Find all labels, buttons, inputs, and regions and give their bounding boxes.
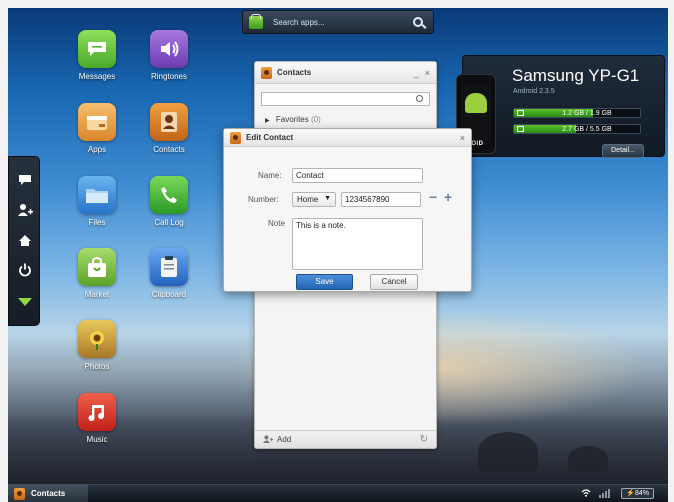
device-panel: ANDROID Samsung YP-G1 Android 2.3.5 1.2 … (452, 55, 665, 158)
status-area: ⚡84% (581, 488, 654, 499)
chat-icon[interactable] (9, 165, 41, 195)
favorites-label: Favorites (275, 115, 309, 124)
photo-sunflower-icon (78, 320, 116, 358)
close-button[interactable]: × (425, 68, 430, 78)
app-label: Apps (87, 145, 107, 154)
edit-contact-dialog: Edit Contact × Name: Contact Number: Hom… (223, 128, 472, 292)
market-bag-icon (78, 248, 116, 286)
favorites-group[interactable]: ▶ Favorites (0) (265, 115, 426, 124)
contacts-search-input[interactable] (261, 92, 430, 106)
chevron-down-icon: ▼ (324, 195, 331, 202)
tree-silhouette (568, 446, 608, 472)
add-contact-icon[interactable] (9, 195, 41, 225)
app-clipboard[interactable]: Clipboard (138, 248, 200, 299)
name-label: Name: (258, 171, 282, 180)
close-button[interactable]: × (460, 133, 465, 143)
app-label: Market (84, 290, 110, 299)
add-contact-button[interactable]: Add (277, 435, 291, 444)
device-name: Samsung YP-G1 (512, 66, 640, 85)
clipboard-icon (150, 248, 188, 286)
add-number-icon[interactable]: + (444, 189, 452, 205)
app-photos[interactable]: Photos (66, 320, 128, 371)
contacts-window-icon (261, 66, 272, 79)
save-button[interactable]: Save (296, 274, 353, 290)
app-ringtones[interactable]: Ringtones (138, 30, 200, 81)
detail-button[interactable]: Detail... (602, 144, 644, 158)
dialog-title: Edit Contact (246, 133, 294, 142)
home-icon[interactable] (9, 225, 41, 255)
desktop-screen: Search apps... Messages Ringtones Apps C… (8, 8, 668, 502)
taskbar-item-label: Contacts (31, 489, 66, 498)
app-contacts[interactable]: Contacts (138, 103, 200, 154)
battery-level: 84% (634, 490, 649, 497)
refresh-icon[interactable]: ↻ (420, 434, 428, 445)
favorites-count: (0) (311, 115, 321, 124)
app-files[interactable]: Files (66, 176, 128, 227)
number-type-select[interactable]: Home ▼ (292, 192, 336, 207)
app-label: Files (88, 218, 106, 227)
contacts-window-icon (14, 487, 25, 500)
storage-text: 2.7 GB / 5.5 GB (562, 126, 612, 133)
number-field[interactable]: 1234567890 (341, 192, 421, 207)
tree-silhouette (478, 432, 538, 472)
app-call-log[interactable]: Call Log (138, 176, 200, 227)
device-os-version: Android 2.3.5 (513, 88, 555, 95)
speech-bubble-icon (78, 30, 116, 68)
contacts-window-icon (230, 131, 241, 144)
lightning-icon: ⚡ (626, 490, 635, 497)
app-market[interactable]: Market (66, 248, 128, 299)
phone-icon (150, 176, 188, 214)
taskbar-item-contacts[interactable]: Contacts (8, 484, 88, 502)
battery-indicator: ⚡84% (621, 488, 654, 499)
name-field[interactable]: Contact (292, 168, 423, 183)
number-type-value: Home (297, 195, 319, 204)
app-label: Photos (84, 362, 110, 371)
app-label: Music (86, 435, 108, 444)
app-messages[interactable]: Messages (66, 30, 128, 81)
add-contact-icon[interactable] (263, 435, 273, 445)
app-label: Clipboard (151, 290, 187, 299)
app-label: Ringtones (150, 72, 188, 81)
collapse-down-icon[interactable] (9, 287, 41, 317)
note-textarea[interactable]: This is a note. (292, 218, 423, 270)
search-placeholder: Search apps... (273, 17, 325, 27)
cancel-button[interactable]: Cancel (370, 274, 418, 290)
app-label: Messages (78, 72, 116, 81)
expand-arrow-icon: ▶ (265, 118, 270, 124)
window-title: Contacts (277, 68, 312, 77)
folder-icon (78, 176, 116, 214)
app-label: Contacts (153, 145, 185, 154)
number-label: Number: (248, 195, 279, 204)
dialog-titlebar[interactable]: Edit Contact × (224, 129, 471, 147)
wifi-icon (581, 488, 591, 499)
internal-storage-bar: 1.2 GB / 1.9 GB (513, 108, 641, 118)
minimize-button[interactable]: _ (414, 68, 419, 78)
storage-text: 1.2 GB / 1.9 GB (562, 110, 612, 117)
app-store-icon (249, 13, 263, 29)
music-note-icon (78, 393, 116, 431)
app-music[interactable]: Music (66, 393, 128, 444)
contact-card-icon (150, 103, 188, 141)
search-apps-bar[interactable]: Search apps... (242, 10, 434, 34)
power-icon[interactable] (9, 255, 41, 285)
sd-storage-bar: 2.7 GB / 5.5 GB (513, 124, 641, 134)
search-icon[interactable] (416, 95, 423, 102)
package-icon (78, 103, 116, 141)
speaker-icon (150, 30, 188, 68)
contacts-bottom-bar: Add ↻ (255, 430, 436, 448)
note-label: Note (268, 219, 285, 228)
remove-number-icon[interactable]: − (429, 189, 437, 205)
app-apps[interactable]: Apps (66, 103, 128, 154)
android-robot-icon (465, 93, 487, 113)
search-icon[interactable] (413, 17, 423, 27)
left-dock (8, 156, 40, 326)
contacts-titlebar[interactable]: Contacts _ × (255, 62, 436, 84)
taskbar: Contacts ⚡84% (8, 484, 668, 502)
signal-strength-icon (599, 489, 611, 498)
app-label: Call Log (154, 218, 184, 227)
